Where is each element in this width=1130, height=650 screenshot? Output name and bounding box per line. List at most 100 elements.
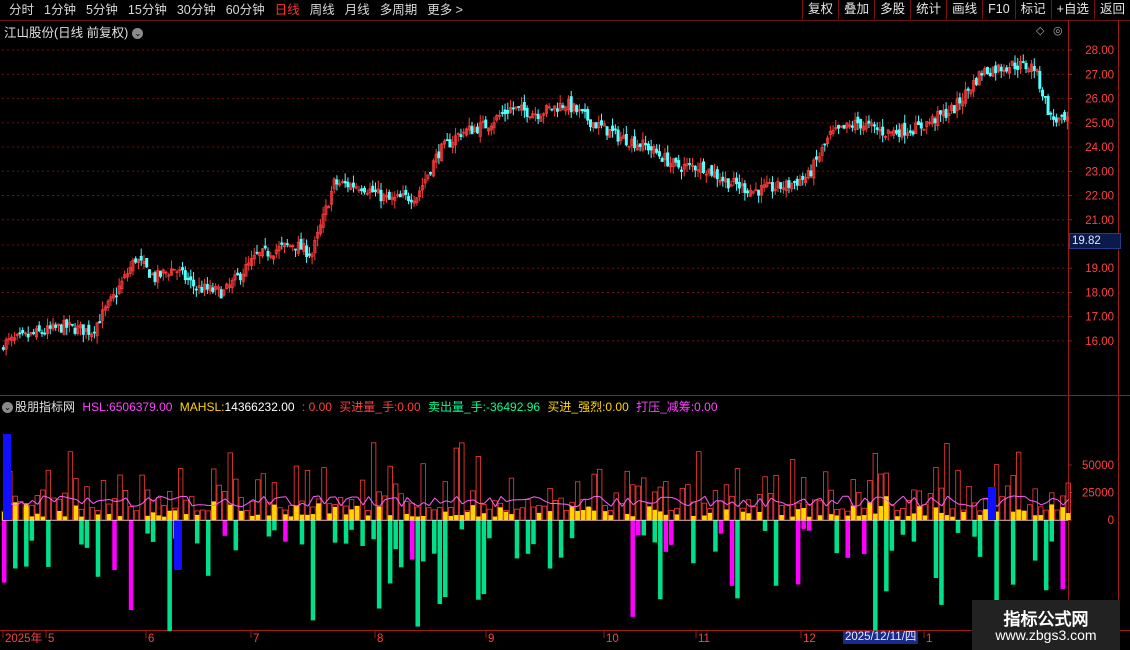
candle-body: [746, 190, 750, 194]
mahsl-line: [406, 497, 414, 504]
sell-bar: [1060, 520, 1065, 589]
chevron-down-icon[interactable]: ⌄: [2, 402, 13, 414]
sell-bar: [900, 520, 906, 535]
selected-date-flag: 2025/12/11/四: [843, 631, 919, 644]
buy-bar: [1038, 515, 1043, 520]
mahsl-line: [704, 496, 711, 507]
candle-body: [815, 156, 819, 160]
buy-bar: [415, 516, 420, 520]
price-axis-label: 26.00: [1085, 94, 1114, 106]
mahsl-line: [76, 499, 83, 505]
mahsl-line: [346, 496, 353, 500]
candle-body: [859, 119, 863, 129]
buy-bar: [663, 514, 669, 520]
candle-body: [219, 289, 223, 299]
mahsl-line: [125, 497, 132, 507]
current-price-tag: 19.82: [1069, 233, 1121, 249]
volume-bar: [1054, 509, 1060, 521]
buy-bar: [183, 514, 189, 520]
buy-bar: [503, 511, 509, 520]
candle-body: [147, 269, 151, 278]
candle-body: [974, 78, 978, 86]
candle-body: [646, 143, 650, 151]
candle-body: [98, 321, 102, 324]
hsl-label: HSL:: [82, 400, 110, 414]
volume-bar: [663, 481, 669, 521]
volume-bar: [839, 508, 845, 521]
candle-body: [594, 122, 598, 129]
sell-bar: [972, 520, 977, 537]
chart-canvas[interactable]: 28.00 27.00 26.00 25.00 24.00 23.00 22.00 21.00…: [0, 0, 1130, 650]
sell-bar: [84, 520, 90, 548]
candle-body: [792, 181, 796, 183]
volume-bar: [541, 505, 548, 521]
mahsl-line: [274, 496, 281, 499]
buy-bar: [674, 514, 680, 520]
mahsl-line: [340, 498, 347, 507]
candle-body: [114, 295, 118, 298]
buy-bar: [404, 513, 409, 520]
sell-bar: [729, 520, 735, 586]
volume-bar: [514, 508, 520, 521]
sell-bar: [387, 520, 393, 584]
strong-value: 0.00: [605, 400, 629, 414]
volume-bar: [89, 507, 96, 521]
candle-body: [1063, 112, 1067, 121]
mahsl-line: [412, 502, 419, 507]
buy-bar: [922, 515, 928, 520]
buy-bar: [255, 514, 261, 520]
sell-bar: [409, 520, 415, 560]
buy-bar: [944, 515, 950, 520]
buy-bar: [834, 515, 839, 520]
price-axis-label: 18.00: [1085, 287, 1114, 299]
mahsl-line: [1024, 495, 1031, 501]
sell-bar: [525, 520, 531, 554]
candle-body: [897, 129, 901, 137]
mahsl-line: [434, 497, 441, 504]
mahsl-line: [103, 498, 110, 501]
buy-bar: [939, 512, 944, 520]
volume-bar: [751, 506, 757, 521]
buy-bar: [801, 508, 806, 520]
candle-body: [470, 125, 474, 135]
buy-bar: [867, 502, 873, 520]
candle-body: [238, 273, 242, 281]
mahsl-line: [390, 497, 397, 499]
mahsl-line: [59, 495, 66, 498]
buy-bar: [310, 514, 316, 520]
candle-body: [92, 331, 96, 334]
sell-bar: [29, 520, 35, 541]
buy-value: 0.00: [397, 400, 421, 414]
volume-bar: [255, 479, 261, 521]
date-axis-label: 9: [488, 633, 494, 645]
strong-bar: [988, 487, 996, 520]
candle-body: [919, 122, 923, 129]
buy-bar: [343, 514, 349, 520]
mahsl-line: [533, 496, 540, 499]
candle-body: [737, 182, 741, 189]
sell-bar: [145, 520, 150, 534]
sell-bar: [884, 520, 889, 592]
volume-bar: [431, 509, 437, 521]
mahsl-line: [467, 499, 474, 502]
sell-bar: [735, 520, 740, 599]
candle-body: [285, 243, 289, 246]
sell-bar: [669, 520, 674, 545]
indicator-name[interactable]: 股朋指标网: [15, 400, 75, 414]
candle-body: [702, 161, 706, 173]
volume-bar: [420, 463, 426, 521]
candle-body: [958, 97, 962, 104]
candle-body: [407, 195, 411, 202]
volume-bar: [117, 474, 123, 521]
volume-bar: [624, 470, 630, 521]
candle-body: [872, 124, 876, 127]
candle-body: [837, 124, 841, 129]
buy-bar: [299, 514, 305, 520]
volume-bar: [459, 442, 465, 521]
buy-bar: [498, 507, 503, 520]
candle-body: [346, 181, 350, 188]
candle-body: [335, 179, 339, 185]
volume-bar: [1027, 504, 1033, 521]
candle-body: [255, 251, 259, 254]
candle-body: [343, 180, 347, 184]
